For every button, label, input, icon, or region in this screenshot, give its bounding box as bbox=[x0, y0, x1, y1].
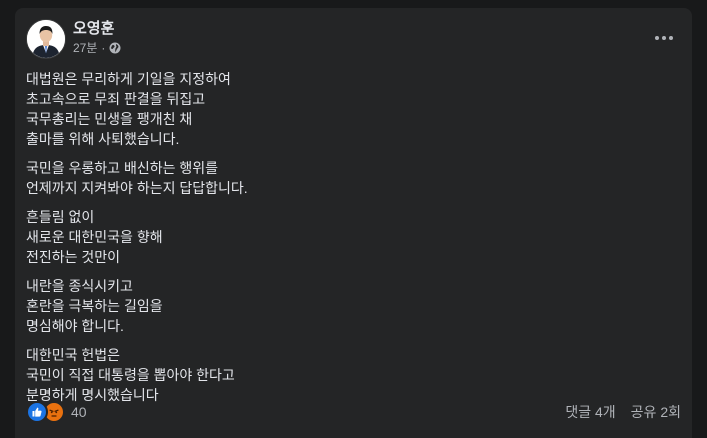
post-text-line: 흔들림 없이 bbox=[26, 209, 95, 225]
more-dot bbox=[662, 36, 666, 40]
more-dot bbox=[669, 36, 673, 40]
post-text-line: 새로운 대한민국을 향해 bbox=[26, 229, 163, 245]
post-paragraph: 내란을 종식시키고 혼란을 극복하는 길임을 명심해야 합니다. bbox=[26, 276, 666, 336]
more-dot bbox=[655, 36, 659, 40]
post-paragraph: 대법원은 무리하게 기일을 지정하여 초고속으로 무죄 판결을 뒤집고 국무총리… bbox=[26, 69, 666, 149]
post-text-line: 출마를 위해 사퇴했습니다. bbox=[26, 131, 180, 147]
avatar-image bbox=[27, 20, 65, 58]
author-name[interactable]: 오영훈 bbox=[73, 20, 114, 38]
post-text-line: 혼란을 극복하는 길임을 bbox=[26, 298, 163, 314]
post-text-line: 전진하는 것만이 bbox=[26, 249, 121, 265]
more-options-icon[interactable] bbox=[650, 24, 678, 52]
reaction-count[interactable]: 40 bbox=[71, 404, 87, 420]
globe-icon[interactable] bbox=[109, 42, 121, 54]
post-body: 대법원은 무리하게 기일을 지정하여 초고속으로 무죄 판결을 뒤집고 국무총리… bbox=[26, 69, 666, 414]
post-timestamp[interactable]: 27분 bbox=[73, 41, 97, 55]
post-text-line: 초고속으로 무죄 판결을 뒤집고 bbox=[26, 91, 206, 107]
post-paragraph: 국민을 우롱하고 배신하는 행위를 언제까지 지켜봐야 하는지 답답합니다. bbox=[26, 158, 666, 198]
post-text-line: 국민을 우롱하고 배신하는 행위를 bbox=[26, 160, 218, 176]
meta-separator: · bbox=[101, 41, 106, 55]
reactions-summary[interactable]: 40 bbox=[26, 401, 87, 423]
like-icon bbox=[26, 401, 48, 423]
post-card: 오영훈 27분 · 대법원은 무리하게 기일을 지정하여 초고속으로 무죄 판결… bbox=[15, 8, 692, 438]
post-footer: 40 댓글 4개 공유 2회 bbox=[26, 401, 681, 423]
post-stats: 댓글 4개 공유 2회 bbox=[565, 402, 681, 422]
author-avatar[interactable] bbox=[26, 19, 66, 59]
post-text-line: 언제까지 지켜봐야 하는지 답답합니다. bbox=[26, 180, 248, 196]
post-text-line: 명심해야 합니다. bbox=[26, 318, 124, 334]
post-text-line: 대법원은 무리하게 기일을 지정하여 bbox=[26, 71, 231, 87]
post-paragraph: 흔들림 없이 새로운 대한민국을 향해 전진하는 것만이 bbox=[26, 207, 666, 267]
post-text-line: 국무총리는 민생을 팽개친 채 bbox=[26, 111, 193, 127]
post-text-line: 대한민국 헌법은 bbox=[26, 347, 121, 363]
comments-count[interactable]: 댓글 4개 bbox=[565, 402, 615, 422]
shares-count[interactable]: 공유 2회 bbox=[631, 402, 681, 422]
post-text-line: 국민이 직접 대통령을 뽑아야 한다고 bbox=[26, 367, 235, 383]
post-text-line: 내란을 종식시키고 bbox=[26, 278, 133, 294]
post-paragraph: 대한민국 헌법은 국민이 직접 대통령을 뽑아야 한다고 분명하게 명시했습니다 bbox=[26, 345, 666, 405]
post-meta: 27분 · bbox=[73, 41, 121, 55]
